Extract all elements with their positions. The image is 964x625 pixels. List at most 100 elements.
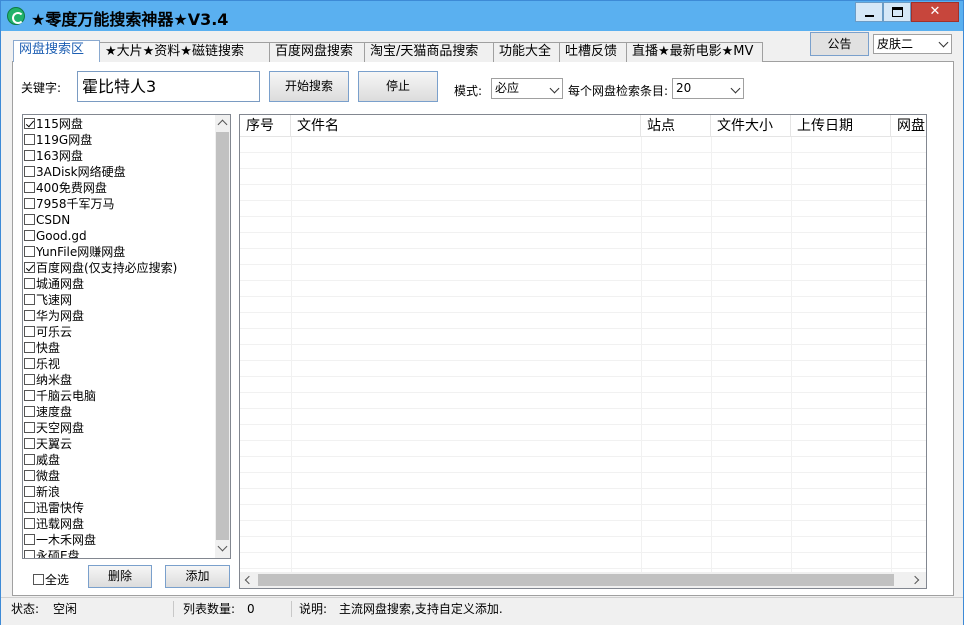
netdisk-list-item[interactable]: 新浪 (24, 484, 60, 500)
column-header-netdisk[interactable]: 网盘 (891, 115, 926, 137)
checkbox-icon[interactable] (24, 326, 35, 337)
checkbox-icon[interactable] (24, 518, 35, 529)
results-table[interactable]: 序号 文件名 站点 文件大小 上传日期 网盘 (239, 114, 927, 589)
checkbox-icon[interactable] (24, 438, 35, 449)
netdisk-list-item[interactable]: 飞速网 (24, 292, 72, 308)
checkbox-icon[interactable] (24, 374, 35, 385)
netdisk-list-item[interactable]: 迅雷快传 (24, 500, 84, 516)
results-horizontal-scrollbar[interactable] (240, 572, 926, 588)
netdisk-list-item[interactable]: YunFile网赚网盘 (24, 244, 125, 260)
column-header-file-size[interactable]: 文件大小 (711, 115, 791, 137)
netdisk-list-item[interactable]: 163网盘 (24, 148, 83, 164)
checkbox-icon[interactable] (24, 198, 35, 209)
tab-feedback[interactable]: 吐槽反馈 (559, 42, 627, 62)
netdisk-list-item-label: 115网盘 (36, 117, 83, 131)
title-bar[interactable]: ★零度万能搜索神器★V3.4 ✕ (1, 1, 963, 31)
checkbox-icon[interactable] (24, 486, 35, 497)
checkbox-icon[interactable] (24, 230, 35, 241)
add-button[interactable]: 添加 (165, 565, 230, 588)
netdisk-list-item[interactable]: 400免费网盘 (24, 180, 107, 196)
netdisk-list-item[interactable]: 纳米盘 (24, 372, 72, 388)
netdisk-list-item[interactable]: 可乐云 (24, 324, 72, 340)
checkbox-icon[interactable] (24, 262, 35, 273)
checkbox-icon[interactable] (24, 454, 35, 465)
select-all-checkbox[interactable]: 全选 (33, 571, 69, 588)
checkbox-icon[interactable] (24, 534, 35, 545)
tab-netdisk-search[interactable]: 网盘搜索区 (13, 40, 100, 62)
netdisk-checklist[interactable]: 永硕E盘 一木禾网盘 迅载网盘 迅雷快传 新浪 微盘 威盘 天翼云 天空网盘 速度盘 千脑云电脑 纳米… (22, 114, 231, 559)
netdisk-list-item[interactable]: 天空网盘 (24, 420, 84, 436)
checkbox-icon[interactable] (24, 182, 35, 193)
result-count-label: 每个网盘检索条目: (568, 84, 669, 98)
keyword-input[interactable]: 霍比特人3 (77, 71, 260, 102)
checkbox-icon[interactable] (24, 310, 35, 321)
netdisk-list-item[interactable]: 千脑云电脑 (24, 388, 96, 404)
column-header-upload-date[interactable]: 上传日期 (791, 115, 891, 137)
tab-movie-magnet-search[interactable]: ★大片★资料★磁链搜索 (99, 42, 270, 62)
checkbox-icon[interactable] (24, 214, 35, 225)
minimize-button[interactable] (855, 2, 883, 22)
close-button[interactable]: ✕ (911, 2, 959, 22)
stop-button[interactable]: 停止 (358, 71, 438, 102)
netdisk-list-item[interactable]: 城通网盘 (24, 276, 84, 292)
netdisk-list-item[interactable]: 7958千军万马 (24, 196, 115, 212)
netdisk-list-item[interactable]: 百度网盘(仅支持必应搜索) (24, 260, 177, 276)
tab-taobao-search[interactable]: 淘宝/天猫商品搜索 (364, 42, 494, 62)
netdisk-list-item[interactable]: 119G网盘 (24, 132, 92, 148)
scrollbar-thumb[interactable] (258, 574, 894, 586)
netdisk-list-item[interactable]: 迅载网盘 (24, 516, 84, 532)
netdisk-list-item[interactable]: CSDN (24, 212, 70, 228)
netdisk-list-item[interactable]: 3ADisk网络硬盘 (24, 164, 126, 180)
checkbox-icon[interactable] (24, 422, 35, 433)
scroll-left-icon[interactable] (244, 575, 254, 585)
checklist-scrollbar[interactable] (215, 115, 230, 558)
netdisk-list-item-label: Good.gd (36, 229, 87, 243)
checkbox-icon[interactable] (24, 134, 35, 145)
checkbox-icon[interactable] (33, 574, 44, 585)
table-row (240, 265, 926, 281)
netdisk-list-item[interactable]: 永硕E盘 (24, 548, 80, 558)
scroll-up-icon[interactable] (217, 119, 228, 130)
checkbox-icon[interactable] (24, 246, 35, 257)
netdisk-list-item-label: 119G网盘 (36, 133, 93, 147)
scroll-right-icon[interactable] (910, 575, 920, 585)
checkbox-icon[interactable] (24, 166, 35, 177)
skin-select[interactable]: 皮肤二 (873, 34, 952, 54)
netdisk-list-item[interactable]: 115网盘 (24, 116, 83, 132)
checkbox-icon[interactable] (24, 118, 35, 129)
maximize-button[interactable] (883, 2, 911, 22)
netdisk-list-item[interactable]: 威盘 (24, 452, 60, 468)
delete-button[interactable]: 删除 (88, 565, 152, 588)
column-header-site[interactable]: 站点 (641, 115, 711, 137)
checkbox-icon[interactable] (24, 342, 35, 353)
checkbox-icon[interactable] (24, 550, 35, 558)
checkbox-icon[interactable] (24, 502, 35, 513)
checkbox-icon[interactable] (24, 294, 35, 305)
tab-features[interactable]: 功能大全 (493, 42, 560, 62)
result-count-select[interactable]: 20 (672, 78, 744, 99)
mode-select[interactable]: 必应 (491, 78, 563, 99)
netdisk-list-item[interactable]: Good.gd (24, 228, 87, 244)
checkbox-icon[interactable] (24, 358, 35, 369)
netdisk-list-item[interactable]: 速度盘 (24, 404, 72, 420)
tab-baidu-netdisk-search[interactable]: 百度网盘搜索 (269, 42, 365, 62)
scrollbar-thumb[interactable] (216, 132, 229, 540)
start-search-button[interactable]: 开始搜索 (269, 71, 349, 102)
checkbox-icon[interactable] (24, 390, 35, 401)
netdisk-list-item[interactable]: 快盘 (24, 340, 60, 356)
netdisk-list-item[interactable]: 天翼云 (24, 436, 72, 452)
checkbox-icon[interactable] (24, 278, 35, 289)
notice-button[interactable]: 公告 (810, 32, 869, 56)
netdisk-list-item[interactable]: 微盘 (24, 468, 60, 484)
column-header-filename[interactable]: 文件名 (291, 115, 641, 137)
checkbox-icon[interactable] (24, 150, 35, 161)
column-header-index[interactable]: 序号 (240, 115, 291, 137)
tab-live-movies-mv[interactable]: 直播★最新电影★MV (626, 42, 763, 62)
netdisk-list-item[interactable]: 华为网盘 (24, 308, 84, 324)
checkbox-icon[interactable] (24, 470, 35, 481)
netdisk-list-item[interactable]: 一木禾网盘 (24, 532, 96, 548)
netdisk-list-item[interactable]: 乐视 (24, 356, 60, 372)
status-divider (173, 601, 174, 617)
checkbox-icon[interactable] (24, 406, 35, 417)
scroll-down-icon[interactable] (217, 541, 228, 552)
